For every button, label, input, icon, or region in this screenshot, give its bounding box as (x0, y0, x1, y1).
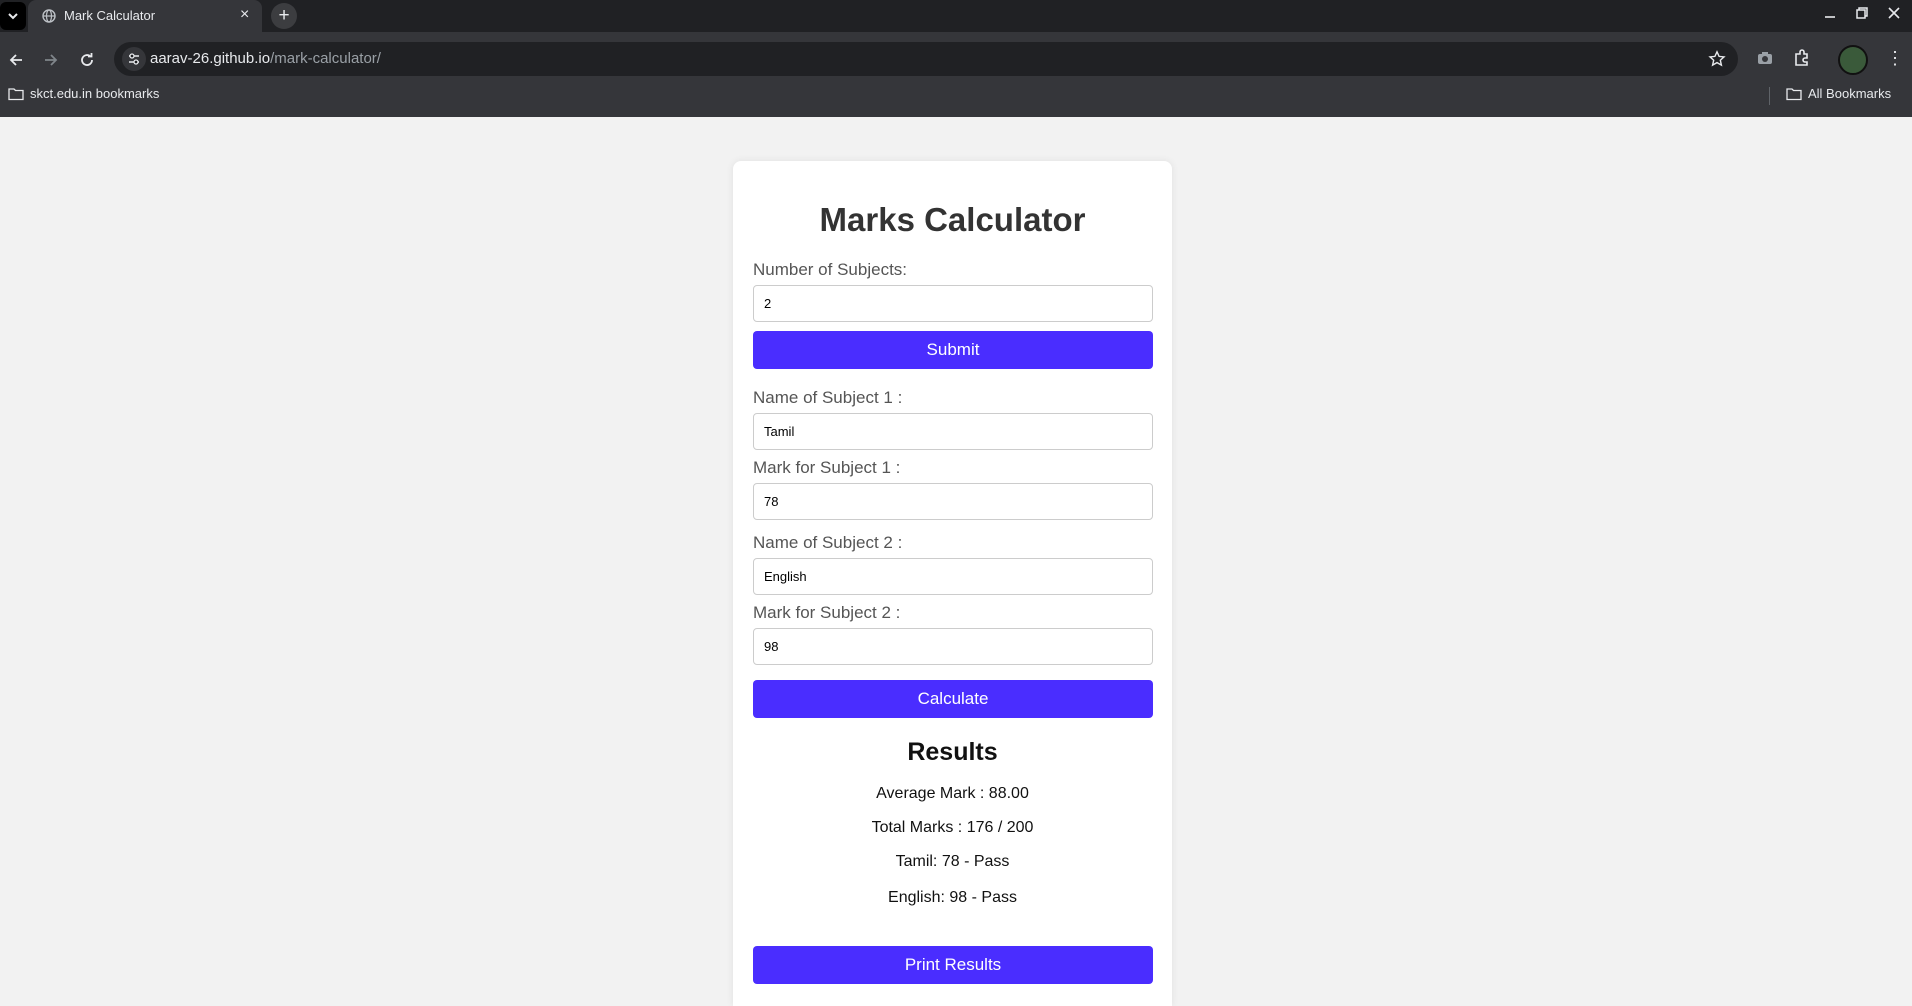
subjects-count-label: Number of Subjects: (753, 260, 908, 279)
bookmark-folder-skct[interactable]: skct.edu.in bookmarks (8, 86, 159, 101)
subjects-count-input[interactable] (753, 285, 1153, 322)
url-path: /mark-calculator/ (270, 50, 381, 67)
close-tab-icon[interactable]: × (240, 6, 249, 24)
browser-tab[interactable]: Mark Calculator × (28, 0, 262, 32)
profile-avatar[interactable] (1838, 45, 1868, 75)
all-bookmarks-label: All Bookmarks (1808, 86, 1892, 101)
minimize-icon[interactable] (1824, 6, 1836, 22)
results-heading: Results (907, 738, 998, 766)
forward-arrow-icon[interactable] (37, 46, 65, 74)
close-window-icon[interactable] (1888, 6, 1900, 22)
more-options-icon[interactable]: ⋮ (1886, 48, 1904, 68)
subject1-result-text: Tamil: 78 - Pass (895, 853, 1010, 870)
folder-icon (1786, 87, 1802, 100)
subject2-mark-input[interactable] (753, 628, 1153, 665)
subject2-result-text: English: 98 - Pass (888, 889, 1017, 906)
camera-extension-icon[interactable] (1756, 50, 1774, 71)
address-bar[interactable]: aarav-26.github.io/mark-calculator/ (114, 42, 1738, 76)
subject2-name-input[interactable] (753, 558, 1153, 595)
bookmark-star-icon[interactable] (1708, 50, 1726, 73)
globe-icon (42, 9, 56, 23)
subject1-name-input[interactable] (753, 413, 1153, 450)
total-marks-text: Total Marks : 176 / 200 (871, 819, 1034, 836)
subject1-mark-input[interactable] (753, 483, 1153, 520)
site-info-icon[interactable] (122, 47, 146, 71)
tab-title: Mark Calculator (64, 8, 156, 23)
subject1-name-label: Name of Subject 1 : (753, 388, 903, 407)
subject2-name-label: Name of Subject 2 : (753, 533, 903, 552)
subject1-mark-label: Mark for Subject 1 : (753, 458, 901, 477)
subject2-mark-label: Mark for Subject 2 : (753, 603, 901, 622)
bookmark-divider (1769, 87, 1770, 105)
tab-search-icon[interactable] (0, 2, 26, 30)
folder-icon (8, 87, 24, 100)
url-host: aarav-26.github.io (150, 50, 271, 67)
average-mark-text: Average Mark : 88.00 (876, 785, 1029, 802)
bookmark-label: skct.edu.in bookmarks (30, 86, 160, 101)
print-results-button[interactable]: Print Results (753, 946, 1153, 984)
reload-icon[interactable] (73, 46, 101, 74)
url-text: aarav-26.github.io/mark-calculator/ (150, 50, 381, 67)
page-title: Marks Calculator (819, 201, 1086, 238)
browser-toolbar: aarav-26.github.io/mark-calculator/ ⋮ sk… (0, 32, 1912, 117)
calculate-button[interactable]: Calculate (753, 680, 1153, 718)
restore-icon[interactable] (1856, 6, 1868, 22)
new-tab-button[interactable]: + (271, 3, 297, 29)
back-arrow-icon[interactable] (2, 46, 30, 74)
tab-strip: Mark Calculator × + (0, 0, 1912, 32)
calculator-card: Marks Calculator Number of Subjects: Sub… (733, 161, 1172, 1006)
all-bookmarks-button[interactable]: All Bookmarks (1786, 86, 1891, 101)
submit-button[interactable]: Submit (753, 331, 1153, 369)
extensions-puzzle-icon[interactable] (1792, 48, 1812, 73)
